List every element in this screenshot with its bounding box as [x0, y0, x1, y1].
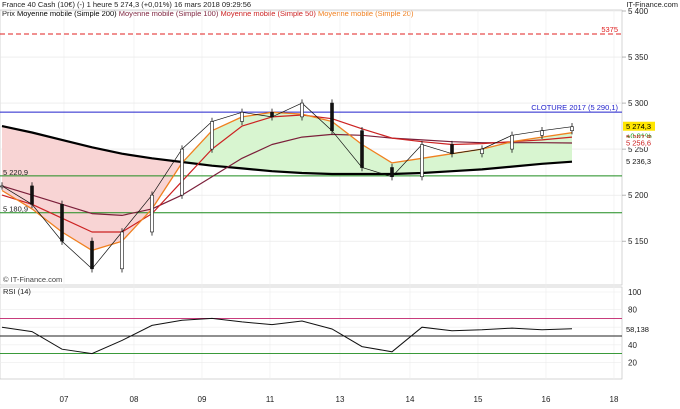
candle-body	[240, 111, 244, 122]
legend-ma20: Moyenne mobile (Simple 20)	[318, 9, 414, 18]
rsi-ytick-label: 20	[628, 358, 637, 367]
candle-body	[0, 185, 4, 188]
bull-fill-segment	[272, 112, 302, 174]
copyright-label: © IT-Finance.com	[3, 275, 62, 284]
rsi-ytick-label: 80	[628, 306, 637, 315]
candle-body	[270, 111, 274, 118]
candle-body	[330, 102, 334, 131]
candle-body	[120, 231, 124, 270]
x-tick-label: 13	[336, 395, 345, 404]
bull-fill-segment	[332, 121, 362, 174]
candle-body	[570, 126, 574, 131]
bear-fill-segment	[92, 147, 122, 251]
candle-body	[390, 167, 394, 178]
rsi-ytick-label: 100	[628, 288, 642, 297]
candle-body	[150, 194, 154, 233]
candle-body	[180, 148, 184, 196]
price-ytick-label: 5 350	[628, 53, 649, 62]
resistance-label: 5375	[601, 25, 618, 34]
candle-body	[420, 144, 424, 178]
legend-ma50: Moyenne mobile (Simple 50)	[220, 9, 318, 18]
rsi-panel-frame	[0, 286, 623, 380]
x-tick-label: 15	[474, 395, 483, 404]
bull-fill-segment	[302, 114, 332, 174]
left-support-label-1: 5 220,9	[3, 168, 28, 177]
candle-body	[300, 102, 304, 118]
bear-fill-segment	[62, 139, 92, 251]
cloture-2017-label: CLOTURE 2017 (5 290,1)	[531, 103, 618, 112]
price-ytick-label: 5 200	[628, 191, 649, 200]
rsi-ytick-label: 40	[628, 341, 637, 350]
candle-body	[60, 204, 64, 242]
bear-fill-segment	[122, 153, 152, 242]
left-support-label-2: 5 180,9	[3, 205, 28, 214]
candle-body	[30, 185, 34, 205]
price-ytick-label: 5 300	[628, 99, 649, 108]
x-tick-label: 18	[610, 395, 619, 404]
rsi-last-label: 58,138	[626, 325, 649, 334]
legend-ma200: Moyenne mobile (Simple 200)	[17, 9, 119, 18]
bear-fill-segment	[32, 132, 62, 232]
x-tick-label: 11	[266, 395, 275, 404]
candle-body	[450, 144, 454, 155]
x-tick-label: 14	[406, 395, 415, 404]
x-tick-label: 07	[60, 395, 69, 404]
x-tick-label: 08	[130, 395, 139, 404]
ma100-tag: 5 256,6	[626, 139, 651, 148]
header-info: France 40 Cash (10€) (-) 1 heure 5 274,3…	[2, 0, 251, 9]
candle-body	[480, 148, 484, 155]
price-chart: France 40 Cash (10€) (-) 1 heure 5 274,3…	[0, 0, 680, 404]
price-ytick-label: 5 150	[628, 237, 649, 246]
last-price-tag: 5 274,3	[626, 122, 651, 131]
chart-header-text: France 40 Cash (10€) (-) 1 heure 5 274,3…	[2, 0, 251, 9]
candle-body	[360, 130, 364, 168]
candle-body	[210, 121, 214, 150]
x-tick-label: 16	[542, 395, 551, 404]
candle-body	[90, 240, 94, 270]
x-tick-label: 09	[198, 395, 207, 404]
candle-body	[510, 134, 514, 150]
rsi-title: RSI (14)	[3, 287, 31, 296]
candle-body	[540, 130, 544, 136]
legend-price: Prix	[2, 9, 17, 18]
ma200-tag: 5 236,3	[626, 157, 651, 166]
price-ytick-label: 5 400	[628, 7, 649, 16]
